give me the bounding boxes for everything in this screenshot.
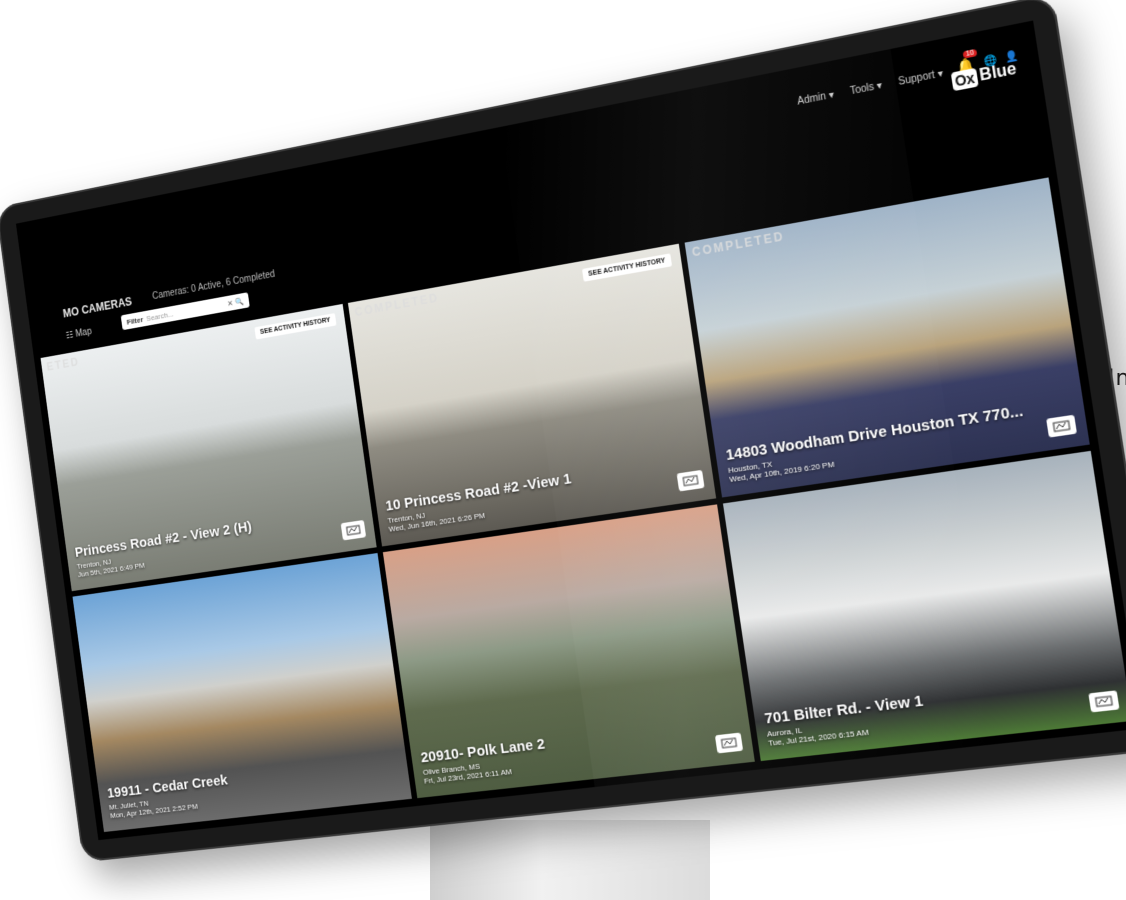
timelapse-icon[interactable] [340, 519, 367, 541]
search-input[interactable]: Search... [146, 309, 174, 322]
screen: Admin ▾ Tools ▾ Support ▾ 🔔 10 🌐 👤 Ox Blu… [15, 20, 1126, 841]
camera-tile[interactable]: 701 Bilter Rd. - View 1 Aurora, IL Tue, … [722, 450, 1126, 762]
logo-box: Ox [950, 67, 980, 92]
monitor-stand [430, 820, 710, 900]
map-label: Map [74, 326, 93, 340]
notification-badge: 10 [962, 48, 978, 59]
timelapse-icon[interactable] [714, 732, 744, 754]
timelapse-icon[interactable] [1046, 414, 1077, 438]
map-toggle[interactable]: ☷ Map [65, 327, 92, 342]
timelapse-icon[interactable] [676, 469, 705, 492]
filter-label: Filter [126, 314, 144, 327]
camera-tile[interactable]: 20910- Polk Lane 2 Olive Branch, MS Fri,… [382, 504, 755, 799]
support-menu[interactable]: Support ▾ [898, 68, 944, 88]
tools-menu[interactable]: Tools ▾ [849, 80, 883, 97]
camera-tile[interactable]: 19911 - Cedar Creek Mt. Juliet, TN Mon, … [72, 552, 412, 833]
map-icon: ☷ [65, 329, 75, 342]
admin-menu[interactable]: Admin ▾ [797, 89, 835, 107]
timelapse-icon[interactable] [1088, 690, 1120, 713]
monitor: Admin ▾ Tools ▾ Support ▾ 🔔 10 🌐 👤 Ox Blu… [0, 0, 1126, 863]
top-menu: Admin ▾ Tools ▾ Support ▾ [797, 68, 944, 108]
search-icon[interactable]: ✕ 🔍 [227, 296, 244, 307]
